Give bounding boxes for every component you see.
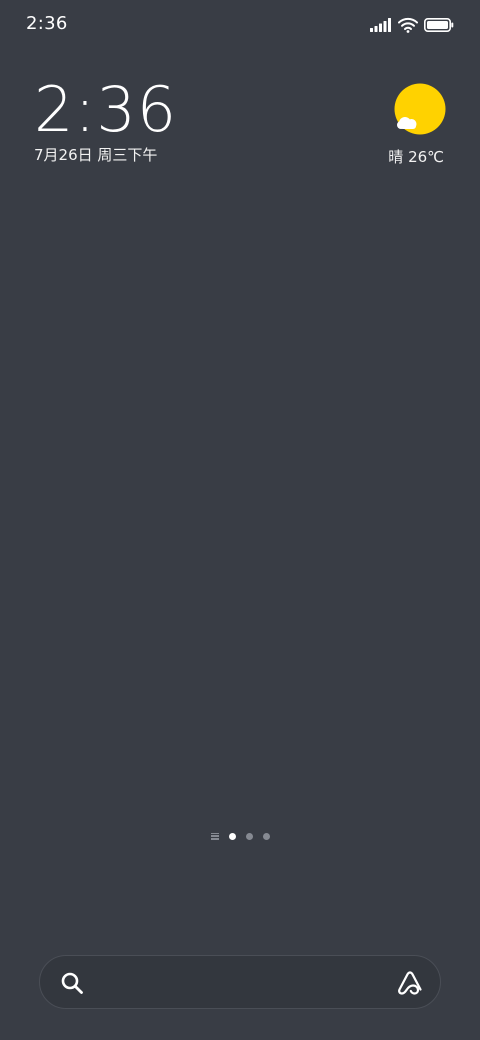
battery-icon <box>424 18 454 32</box>
wifi-icon <box>398 17 418 33</box>
page-indicator[interactable] <box>0 826 480 846</box>
page-dot-1[interactable] <box>228 832 236 840</box>
status-bar: 2:36 <box>0 0 480 50</box>
assistant-icon[interactable] <box>396 969 424 997</box>
signal-icon <box>370 18 391 32</box>
menu-lines-icon[interactable] <box>210 832 219 840</box>
clock-time: 2:36 <box>34 73 178 146</box>
search-icon[interactable] <box>60 971 84 995</box>
status-time: 2:36 <box>26 13 68 34</box>
weather-text: 晴 26℃ <box>388 148 444 166</box>
page-dot-3[interactable] <box>262 832 270 840</box>
clock-widget[interactable]: 2:36 7月26日 周三下午 <box>34 78 177 165</box>
sun-cloud-icon <box>394 83 446 135</box>
clock-date: 7月26日 周三下午 <box>34 146 158 164</box>
page-dot-2[interactable] <box>245 832 253 840</box>
search-bar[interactable] <box>39 955 441 1009</box>
status-icons <box>370 15 454 35</box>
